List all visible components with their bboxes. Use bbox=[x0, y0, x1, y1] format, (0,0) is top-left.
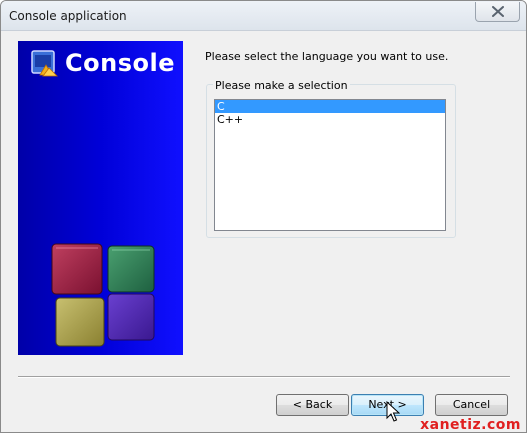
cubes-graphic bbox=[51, 243, 155, 347]
close-button[interactable] bbox=[475, 2, 520, 22]
wizard-window: Console application Console Please selec… bbox=[0, 0, 527, 433]
watermark-text: xanetiz.com bbox=[420, 417, 521, 433]
button-separator bbox=[18, 376, 510, 378]
side-banner: Console bbox=[18, 41, 183, 355]
title-bar[interactable]: Console application bbox=[1, 1, 526, 31]
language-listbox[interactable]: C C++ bbox=[214, 99, 446, 231]
groupbox-label: Please make a selection bbox=[213, 79, 350, 92]
list-item-cpp[interactable]: C++ bbox=[215, 113, 445, 126]
window-title: Console application bbox=[9, 9, 127, 23]
mouse-pointer-icon bbox=[386, 401, 400, 422]
cancel-button[interactable]: Cancel bbox=[435, 394, 508, 416]
instruction-text: Please select the language you want to u… bbox=[205, 50, 449, 63]
list-item-c[interactable]: C bbox=[215, 100, 445, 113]
console-logo-icon bbox=[31, 50, 58, 77]
side-banner-title: Console bbox=[65, 49, 175, 77]
back-button[interactable]: < Back bbox=[276, 394, 349, 416]
close-icon bbox=[491, 6, 504, 17]
